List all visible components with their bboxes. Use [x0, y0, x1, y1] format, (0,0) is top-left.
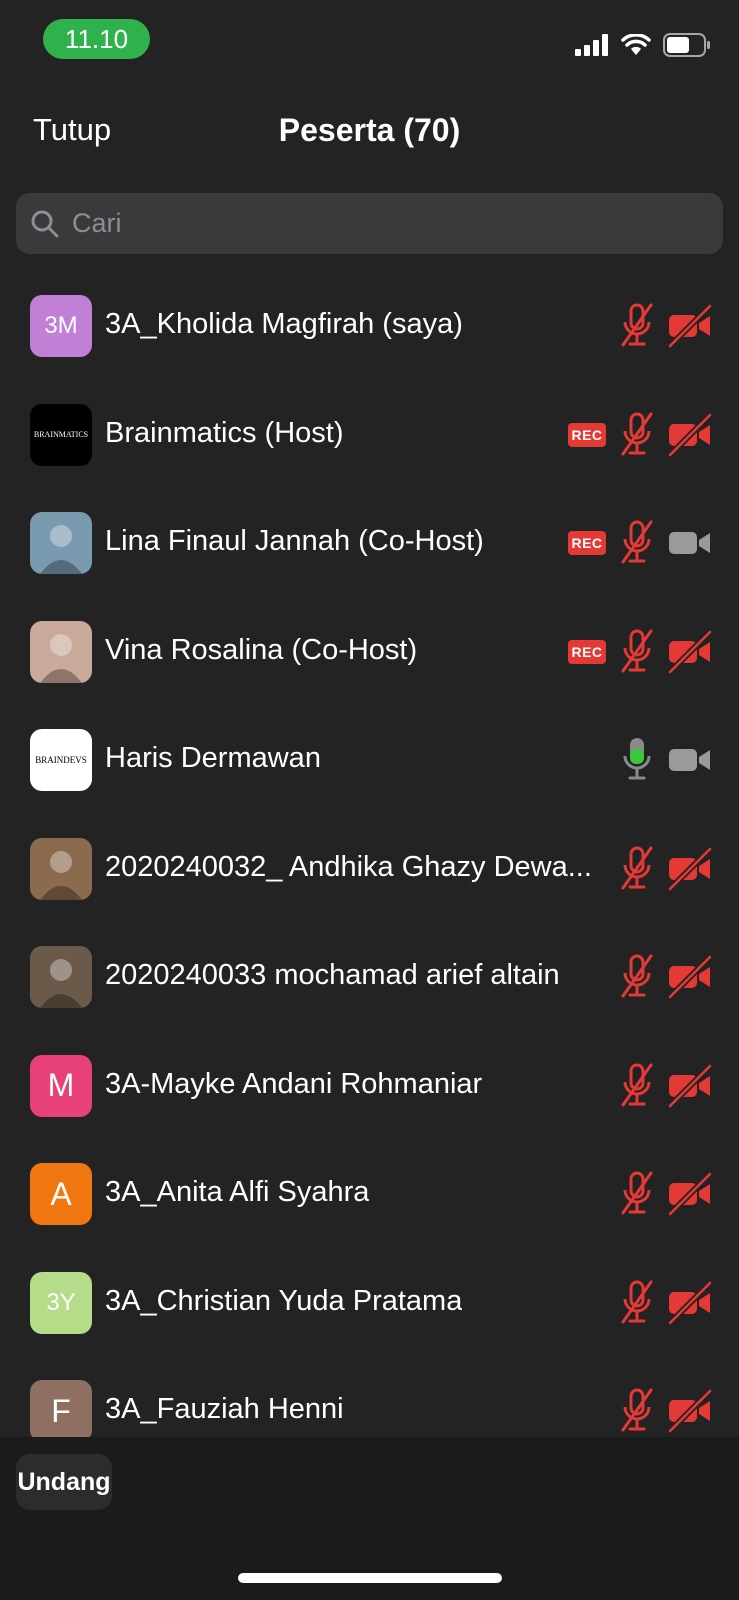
signal-icon: [575, 34, 608, 56]
battery-icon: [663, 33, 710, 57]
home-indicator: [238, 1573, 502, 1583]
participant-row[interactable]: BRAINDEVS Haris Dermawan: [0, 706, 739, 814]
video-camera-off-icon[interactable]: [667, 412, 713, 457]
video-camera-off-icon[interactable]: [667, 1063, 713, 1108]
wifi-icon: [621, 34, 651, 55]
participant-name: 3A_Fauziah Henni: [105, 1393, 344, 1425]
recording-badge: REC: [568, 422, 606, 447]
microphone-icon[interactable]: [617, 735, 657, 785]
participant-name: 2020240032_ Andhika Ghazy Dewa...: [105, 850, 592, 883]
invite-button[interactable]: Undang: [16, 1454, 112, 1510]
participant-name: 3A_Anita Alfi Syahra: [105, 1176, 370, 1208]
video-camera-off-icon[interactable]: [667, 1171, 713, 1217]
microphone-muted-icon[interactable]: [617, 1169, 657, 1219]
microphone-muted-icon[interactable]: [617, 627, 657, 677]
participant-row[interactable]: 3Y 3A_Christian Yuda Pratama: [0, 1249, 739, 1357]
avatar: BRAINMATICS: [30, 403, 92, 466]
avatar-initials: F: [51, 1392, 71, 1429]
participant-name: 2020240033 mochamad arief altain: [105, 959, 560, 991]
avatar: [30, 512, 92, 574]
recording-badge: REC: [568, 639, 606, 664]
avatar-initials: 3M: [44, 312, 78, 339]
microphone-muted-icon[interactable]: [617, 518, 657, 568]
status-icons: [575, 33, 711, 57]
participant-name: Brainmatics (Host): [105, 416, 344, 449]
microphone-muted-icon[interactable]: [617, 1278, 657, 1328]
video-camera-off-icon[interactable]: [667, 629, 713, 674]
search-icon: [30, 209, 60, 239]
page-title: Peserta (70): [278, 112, 461, 148]
brand-logo-text: BRAINMATICS: [33, 430, 89, 439]
avatar: [30, 837, 92, 900]
status-time: 11.10: [43, 19, 150, 59]
search-bar[interactable]: [16, 193, 723, 254]
participant-row[interactable]: Lina Finaul Jannah (Co-Host) REC: [0, 489, 739, 597]
search-input[interactable]: [70, 207, 674, 240]
avatar: F: [30, 1380, 92, 1437]
microphone-muted-icon[interactable]: [617, 952, 657, 1002]
microphone-muted-icon[interactable]: [617, 1061, 657, 1111]
avatar: A: [30, 1163, 92, 1225]
avatar: 3M: [30, 295, 92, 357]
participant-name: 3A_Kholida Magfirah (saya): [105, 308, 463, 340]
microphone-muted-icon[interactable]: [617, 1386, 657, 1436]
participant-list: 3M 3A_Kholida Magfirah (saya) BRAINMATICS B…: [0, 272, 739, 1437]
video-camera-icon[interactable]: [667, 738, 713, 782]
participant-row[interactable]: 2020240032_ Andhika Ghazy Dewa...: [0, 815, 739, 923]
avatar: M: [30, 1054, 92, 1117]
brand-logo-text: BRAINDEVS: [35, 755, 87, 765]
video-camera-off-icon[interactable]: [667, 303, 713, 349]
avatar: 3Y: [30, 1271, 92, 1334]
avatar-initials: A: [50, 1175, 72, 1212]
participant-name: Vina Rosalina (Co-Host): [105, 633, 418, 666]
header: Tutup Peserta (70): [0, 100, 739, 160]
avatar: [30, 620, 92, 683]
microphone-muted-icon[interactable]: [617, 844, 657, 894]
participant-row[interactable]: 2020240033 mochamad arief altain: [0, 923, 739, 1031]
video-camera-off-icon[interactable]: [667, 1280, 713, 1325]
footer-bar: Undang: [0, 1437, 739, 1600]
participant-row[interactable]: A 3A_Anita Alfi Syahra: [0, 1140, 739, 1248]
video-camera-off-icon[interactable]: [667, 954, 713, 1000]
participant-row[interactable]: M 3A-Mayke Andani Rohmaniar: [0, 1032, 739, 1140]
participant-row[interactable]: 3M 3A_Kholida Magfirah (saya): [0, 272, 739, 380]
participant-row[interactable]: F 3A_Fauziah Henni: [0, 1357, 739, 1437]
participant-name: Lina Finaul Jannah (Co-Host): [105, 525, 484, 557]
participant-row[interactable]: BRAINMATICS Brainmatics (Host) REC: [0, 381, 739, 489]
avatar-initials: M: [47, 1067, 75, 1103]
participant-name: Haris Dermawan: [105, 742, 321, 774]
microphone-muted-icon[interactable]: [617, 301, 657, 351]
participant-name: 3A-Mayke Andani Rohmaniar: [105, 1067, 483, 1100]
avatar: BRAINDEVS: [30, 729, 92, 791]
avatar-initials: 3Y: [46, 1288, 76, 1316]
status-bar: 11.10: [0, 0, 739, 80]
avatar: [30, 946, 92, 1008]
participant-name: 3A_Christian Yuda Pratama: [105, 1284, 463, 1317]
microphone-muted-icon[interactable]: [617, 410, 657, 460]
recording-badge: REC: [568, 531, 606, 555]
video-camera-off-icon[interactable]: [667, 1388, 713, 1434]
participant-row[interactable]: Vina Rosalina (Co-Host) REC: [0, 598, 739, 706]
video-camera-off-icon[interactable]: [667, 846, 713, 891]
video-camera-icon[interactable]: [667, 521, 713, 565]
